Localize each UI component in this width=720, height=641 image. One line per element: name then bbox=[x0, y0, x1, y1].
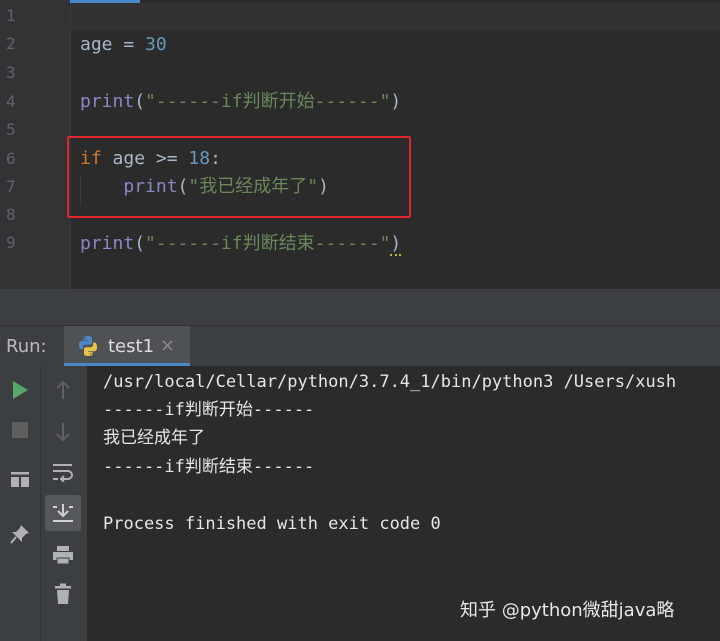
console-line: 我已经成年了 bbox=[103, 428, 205, 448]
trash-icon bbox=[55, 583, 71, 604]
line-number: 3 bbox=[6, 63, 16, 82]
line-number-gutter: 1 2 3 4 5 6 7 8 9 bbox=[0, 0, 71, 289]
line-number: 1 bbox=[6, 6, 16, 25]
soft-wrap-icon bbox=[53, 464, 73, 482]
editor-tab-accent bbox=[70, 0, 140, 3]
run-label: Run: bbox=[6, 336, 47, 357]
pin-button[interactable] bbox=[4, 518, 36, 550]
line-number: 9 bbox=[6, 233, 16, 252]
print-button[interactable] bbox=[47, 539, 79, 571]
current-line-highlight bbox=[71, 3, 720, 30]
code-token: = bbox=[112, 34, 146, 55]
down-button[interactable] bbox=[47, 416, 79, 448]
run-panel-header: Run: test1 × bbox=[0, 325, 720, 366]
run-icon bbox=[13, 381, 28, 399]
run-button[interactable] bbox=[4, 374, 36, 406]
code-line-2[interactable]: age = 30 bbox=[80, 34, 167, 56]
python-icon bbox=[76, 334, 100, 358]
code-line-4[interactable]: print("------if判断开始------") bbox=[80, 91, 401, 113]
print-icon bbox=[53, 546, 73, 565]
code-token: print bbox=[80, 233, 135, 254]
scroll-to-end-button[interactable] bbox=[45, 495, 81, 531]
layout-button[interactable] bbox=[4, 464, 36, 496]
arrow-down-icon bbox=[56, 423, 70, 442]
arrow-up-icon bbox=[56, 380, 70, 399]
stop-button[interactable] bbox=[4, 414, 36, 446]
code-token: age bbox=[80, 34, 113, 55]
code-line-9[interactable]: print("------if判断结束------") bbox=[80, 233, 402, 256]
red-highlight-box bbox=[67, 136, 411, 218]
up-button[interactable] bbox=[47, 374, 79, 406]
code-token: ) bbox=[390, 233, 402, 256]
close-icon[interactable]: × bbox=[160, 335, 175, 356]
scroll-to-end-icon bbox=[53, 504, 73, 522]
code-token: print bbox=[80, 91, 135, 112]
code-token: 30 bbox=[145, 34, 167, 55]
soft-wrap-button[interactable] bbox=[47, 456, 79, 488]
code-token: "------if判断结束------" bbox=[145, 233, 391, 254]
run-tab-test1[interactable]: test1 × bbox=[64, 326, 190, 366]
run-tab-label: test1 bbox=[108, 336, 155, 357]
code-token: ( bbox=[134, 91, 146, 112]
code-token: ) bbox=[390, 91, 402, 112]
watermark: 知乎 @python微甜java略 bbox=[460, 600, 675, 621]
line-number: 5 bbox=[6, 120, 16, 139]
console-line: Process finished with exit code 0 bbox=[103, 514, 441, 534]
console-line: /usr/local/Cellar/python/3.7.4_1/bin/pyt… bbox=[103, 372, 677, 392]
console-line: ------if判断结束------ bbox=[103, 457, 315, 477]
run-toolbar-primary bbox=[0, 366, 41, 641]
pin-icon bbox=[10, 525, 29, 544]
stop-icon bbox=[12, 422, 28, 438]
line-number: 6 bbox=[6, 149, 16, 168]
clear-button[interactable] bbox=[47, 578, 79, 610]
line-number: 7 bbox=[6, 177, 16, 196]
code-editor[interactable]: 1 2 3 4 5 6 7 8 9 age = 30 print("------… bbox=[0, 0, 720, 289]
code-token: ( bbox=[134, 233, 146, 254]
line-number: 4 bbox=[6, 92, 16, 111]
line-number: 2 bbox=[6, 34, 16, 53]
console-line: ------if判断开始------ bbox=[103, 400, 315, 420]
panel-separator bbox=[0, 289, 720, 325]
code-token: "------if判断开始------" bbox=[145, 91, 391, 112]
run-toolbar-secondary bbox=[41, 366, 88, 641]
line-number: 8 bbox=[6, 205, 16, 224]
layout-icon bbox=[11, 472, 29, 487]
